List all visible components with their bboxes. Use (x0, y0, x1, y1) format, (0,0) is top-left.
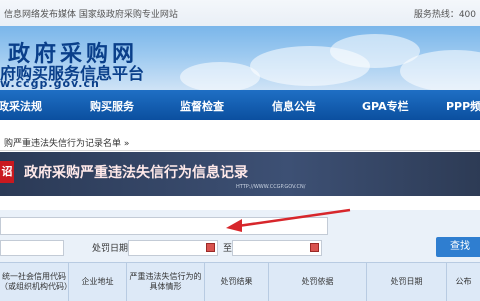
breadcrumb[interactable]: 购严重违法失信行为记录名单 » (4, 136, 129, 149)
date-to-label: 至 (223, 244, 233, 254)
column-header-penalty-result: 处罚结果 (204, 263, 268, 301)
column-header-publish: 公布 (446, 263, 480, 301)
site-header-banner: 政府采购网 府购买服务信息平台 w.ccgp.gov.cn (0, 26, 480, 90)
filter-input[interactable] (0, 240, 64, 256)
seal-icon: 诏 (0, 161, 14, 183)
calendar-icon[interactable] (206, 243, 215, 252)
nav-item-policy[interactable]: 政采法规 (0, 98, 42, 114)
cloud-decoration (180, 62, 260, 90)
nav-item-ppp[interactable]: PPP频 (446, 98, 480, 114)
banner-url: HTTP://WWW.CCGP.GOV.CN/ (236, 184, 306, 190)
date-end-input[interactable] (232, 240, 322, 256)
main-nav: 政采法规 购买服务 监督检查 信息公告 GPA专栏 PPP频 (0, 90, 480, 120)
column-header-address: 企业地址 (68, 263, 126, 301)
keyword-input[interactable] (0, 217, 328, 235)
top-info-bar: 信息网络发布媒体 国家级政府采购专业网站 服务热线：400 (0, 0, 480, 27)
date-start-input[interactable] (128, 240, 218, 256)
calendar-icon[interactable] (310, 243, 319, 252)
column-header-violation: 严重违法失信行为的具体情形 (126, 263, 204, 301)
column-header-penalty-date: 处罚日期 (366, 263, 446, 301)
nav-item-services[interactable]: 购买服务 (90, 98, 134, 114)
nav-item-supervision[interactable]: 监督检查 (180, 98, 224, 114)
nav-item-announcements[interactable]: 信息公告 (272, 98, 316, 114)
service-hotline: 服务热线：400 (413, 10, 476, 20)
site-description: 信息网络发布媒体 国家级政府采购专业网站 (4, 10, 178, 20)
section-banner: 诏 政府采购严重违法失信行为信息记录 HTTP://WWW.CCGP.GOV.C… (0, 152, 480, 196)
table-header: 统一社会信用代码（或组织机构代码） 企业地址 严重违法失信行为的具体情形 处罚结… (0, 262, 480, 301)
nav-item-gpa[interactable]: GPA专栏 (362, 98, 409, 114)
search-button[interactable]: 查找 (436, 237, 480, 257)
site-url: w.ccgp.gov.cn (0, 77, 100, 90)
column-header-penalty-basis: 处罚依据 (268, 263, 366, 301)
section-title: 政府采购严重违法失信行为信息记录 (24, 165, 248, 181)
column-header-credit-code: 统一社会信用代码（或组织机构代码） (0, 272, 68, 291)
divider (0, 150, 480, 151)
